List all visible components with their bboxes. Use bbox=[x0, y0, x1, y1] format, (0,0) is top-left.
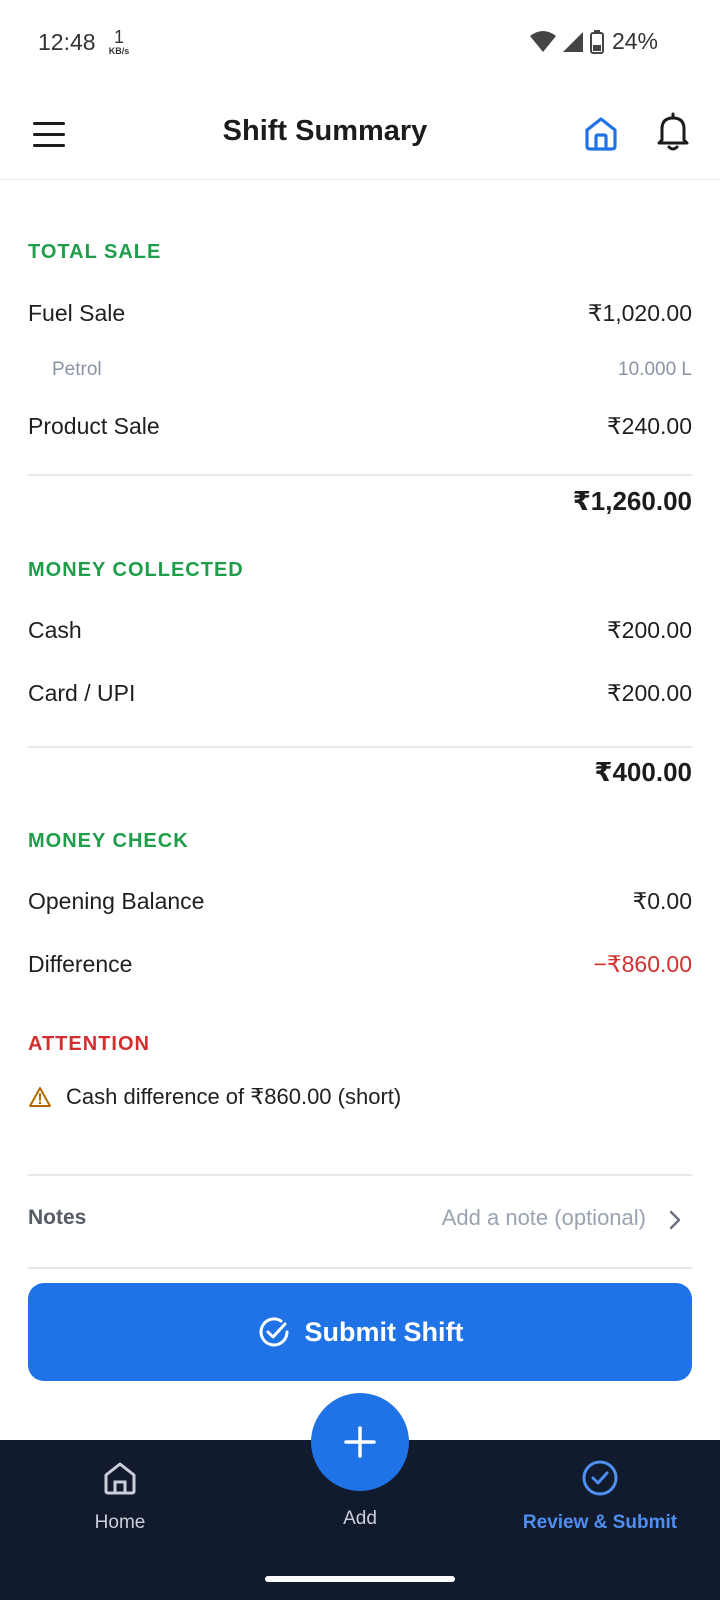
attention-text: Cash difference of ₹860.00 (short) bbox=[66, 1084, 402, 1109]
wifi-icon bbox=[529, 30, 556, 52]
home-icon bbox=[585, 117, 617, 151]
gesture-home-indicator[interactable] bbox=[265, 1576, 455, 1582]
notifications-button[interactable] bbox=[652, 110, 694, 154]
add-fab-button[interactable] bbox=[311, 1393, 409, 1491]
app-bar: Shift Summary bbox=[0, 88, 720, 180]
divider bbox=[28, 474, 692, 476]
product-sale-label: Product Sale bbox=[28, 413, 160, 439]
warning-icon bbox=[29, 1087, 51, 1107]
check-circle-icon bbox=[582, 1460, 618, 1496]
home-button[interactable] bbox=[580, 112, 622, 154]
cash-value: ₹200.00 bbox=[607, 617, 692, 643]
nav-add-label: Add bbox=[343, 1508, 377, 1529]
notes-placeholder: Add a note (optional) bbox=[441, 1205, 646, 1230]
nav-review-submit[interactable]: Review & Submit bbox=[480, 1440, 720, 1560]
petrol-volume: 10.000 L bbox=[618, 359, 692, 380]
money-collected-total: ₹400.00 bbox=[594, 757, 692, 787]
nav-home[interactable]: Home bbox=[0, 1440, 240, 1560]
plus-icon bbox=[344, 1426, 376, 1458]
total-sale-amount: ₹1,260.00 bbox=[572, 486, 692, 516]
divider bbox=[28, 1267, 692, 1269]
signal-icon bbox=[562, 31, 583, 52]
network-speed: 1 KB/s bbox=[104, 28, 134, 56]
network-speed-value: 1 bbox=[113, 27, 124, 47]
fuel-sale-label: Fuel Sale bbox=[28, 300, 126, 326]
battery-icon bbox=[589, 29, 604, 54]
notes-label: Notes bbox=[28, 1206, 87, 1229]
money-collected-heading: MONEY COLLECTED bbox=[28, 559, 244, 581]
difference-label: Difference bbox=[28, 951, 133, 977]
network-speed-unit: KB/s bbox=[108, 46, 130, 56]
bell-icon bbox=[657, 112, 689, 151]
status-bar: 12:48 1 KB/s 24% bbox=[0, 0, 720, 88]
check-circle-icon bbox=[259, 1317, 288, 1347]
petrol-label: Petrol bbox=[52, 359, 102, 380]
opening-balance-value: ₹0.00 bbox=[632, 888, 692, 914]
total-sale-heading: TOTAL SALE bbox=[28, 241, 162, 263]
divider bbox=[28, 746, 692, 748]
status-time: 12:48 bbox=[38, 29, 96, 55]
nav-review-submit-label: Review & Submit bbox=[522, 1512, 678, 1533]
nav-home-label: Home bbox=[94, 1512, 146, 1533]
cash-label: Cash bbox=[28, 617, 82, 643]
submit-shift-button[interactable]: Submit Shift bbox=[28, 1283, 692, 1381]
page-title: Shift Summary bbox=[222, 115, 428, 147]
home-icon bbox=[104, 1462, 136, 1495]
card-upi-label: Card / UPI bbox=[28, 680, 136, 706]
product-sale-value: ₹240.00 bbox=[607, 413, 692, 439]
difference-value: −₹860.00 bbox=[593, 951, 692, 977]
notes-row[interactable]: Notes Add a note (optional) bbox=[28, 1176, 692, 1266]
fuel-sale-value: ₹1,020.00 bbox=[587, 300, 692, 326]
money-check-heading: MONEY CHECK bbox=[28, 830, 189, 852]
status-icons: 24% bbox=[529, 28, 658, 55]
chevron-right-icon bbox=[669, 1210, 681, 1230]
opening-balance-label: Opening Balance bbox=[28, 888, 205, 914]
submit-shift-label: Submit Shift bbox=[304, 1316, 464, 1347]
card-upi-value: ₹200.00 bbox=[607, 680, 692, 706]
battery-percent: 24% bbox=[611, 28, 658, 54]
attention-message: Cash difference of ₹860.00 (short) bbox=[28, 1084, 401, 1110]
attention-heading: ATTENTION bbox=[28, 1033, 150, 1055]
